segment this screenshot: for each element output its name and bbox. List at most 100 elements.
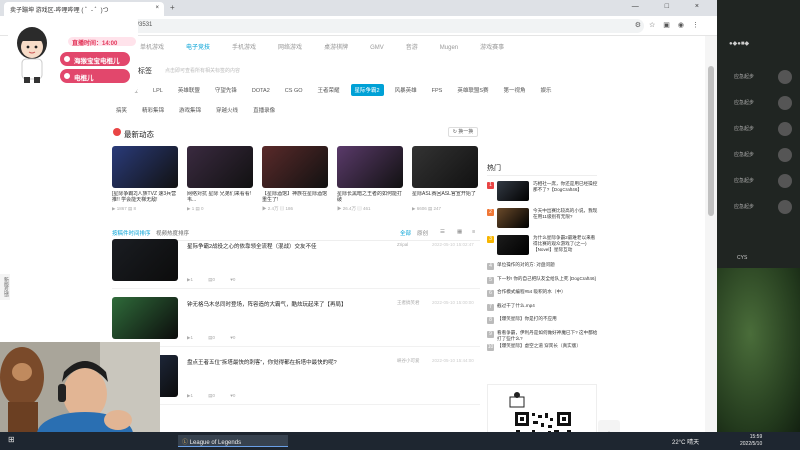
tab-close-icon[interactable]: × [155, 5, 159, 11]
feedback-tab[interactable]: 新版反馈 [0, 274, 10, 300]
address-bar[interactable]: bilibili.com/v/game/esports/#/3531 [54, 19, 644, 33]
new-tab-button[interactable]: + [170, 3, 175, 12]
tag-item[interactable]: DOTA2 [248, 86, 274, 96]
tag-item[interactable]: LPL [149, 86, 167, 96]
toolbar-icons[interactable]: ⚙☆▣◉⋮ [635, 21, 707, 29]
page-scrollbar[interactable] [705, 36, 717, 432]
video-card-title[interactable]: 星际长黑暗之王者的如何能打破 [337, 191, 403, 203]
category-3[interactable]: 网络游戏 [278, 42, 302, 51]
category-7[interactable]: Mugen [440, 45, 458, 51]
hot-item-title[interactable]: 合作模式编程#54 吸积的水（中） [497, 289, 601, 295]
video-card[interactable]: [星际争霸2]人族TVZ 速3兵营推!! 学会能天梯无敌! ▶ 1867 ▤ 8 [112, 146, 178, 212]
tab-by-heat[interactable]: 视频热度排序 [156, 229, 189, 237]
filter-original[interactable]: 原创 [417, 229, 428, 237]
hot-thumbnail[interactable] [497, 181, 529, 201]
weather[interactable]: 22°C 晴天 [672, 437, 699, 446]
grid-view-icon[interactable]: ☰ [440, 229, 445, 235]
side-panel-icons: ●◆●■◆ [729, 41, 750, 47]
video-list-item[interactable]: 钟无格乌木总同时登场，阵容造的大霸气，酷炫玩起来了【再局】 王者搞笑君 2022-0… [112, 297, 480, 347]
side-panel-row[interactable]: 应急起步 [730, 148, 792, 162]
category-0[interactable]: 单机游戏 [140, 42, 164, 51]
side-panel-row[interactable]: 应急起步 [730, 96, 792, 110]
tag-item[interactable]: 王者荣耀 [314, 84, 344, 96]
filter-all[interactable]: 全部 [400, 229, 411, 237]
hot-item-title[interactable]: 单位操作的对的方: 对盘问题 [497, 262, 601, 268]
video-uploader[interactable]: Zripal [397, 242, 408, 247]
tag-item[interactable]: 风暴英雄 [391, 84, 421, 96]
video-card-title[interactable]: 网络对抗 星际 兄弟们来看看! 韦... [187, 191, 253, 203]
tag-item[interactable]: 直播录像 [249, 104, 279, 116]
video-thumbnail[interactable] [112, 297, 178, 339]
more-view-icon[interactable]: ≡ [472, 229, 475, 235]
tag-item[interactable]: 守望先锋 [211, 84, 241, 96]
back-to-top-button[interactable]: ︿ [598, 420, 620, 432]
hot-item-title[interactable]: 巧相社一席，你还是用已经操控那不了?【DogCraft46】 [533, 181, 599, 193]
category-1[interactable]: 电子竞技 [186, 42, 210, 51]
video-thumbnail[interactable] [262, 146, 328, 188]
tag-item[interactable]: FPS [428, 86, 447, 96]
video-card[interactable]: 网络对抗 星际 兄弟们来看看! 韦... ▶ 1 ▤ 0 [187, 146, 253, 212]
hot-rank: 6 [487, 290, 494, 297]
video-list-item[interactable]: 星际争霸2战役之心的依靠领全流程（混战）交友不佳 Zripal 2022-05-10… [112, 239, 480, 289]
tag-item[interactable]: 穿越火线 [212, 104, 242, 116]
category-6[interactable]: 音游 [406, 42, 418, 51]
video-list-item[interactable]: 盘点王者五位“拆塔最快的刺客”，你觉得都在拆塔中最快的呢? 峡谷小可爱 2022-0… [112, 355, 480, 405]
video-date: 2022-05-10 15:44:00 [432, 358, 474, 363]
window-controls[interactable]: — □ × [632, 3, 711, 10]
category-4[interactable]: 桌游棋牌 [324, 42, 348, 51]
tag-item[interactable]: 英雄联盟 [174, 84, 204, 96]
tag-item[interactable]: 娱乐 [537, 84, 556, 96]
tag-item[interactable]: 游戏集锦 [175, 104, 205, 116]
video-thumbnail[interactable] [112, 146, 178, 188]
hot-item-title[interactable]: 下一秒! 你的自己把队友全给队上死 [DogCraft46] [497, 276, 601, 282]
hot-item-title[interactable]: 今天中出赛比较高的小说，我现在用11级别有无限? [533, 208, 599, 220]
tag-item[interactable]: CS GO [281, 86, 307, 96]
side-panel-row[interactable]: 应急起步 [730, 200, 792, 214]
hot-thumbnail[interactable] [497, 235, 529, 255]
video-card-title[interactable]: 【星际酒馆】神族在星际酒馆重生了! [262, 191, 328, 203]
tag-item[interactable]: 星际争霸2 [350, 84, 384, 96]
tag-item[interactable]: 英雄联盟S赛 [453, 84, 492, 96]
video-uploader[interactable]: 峡谷小可爱 [397, 358, 420, 364]
hot-thumbnail[interactable] [497, 208, 529, 228]
list-view-icon[interactable]: ▦ [457, 229, 462, 235]
hot-item-title[interactable]: 【爆笑星际】你是打的不应用 [497, 316, 601, 322]
pill-dot-icon [62, 54, 72, 64]
hot-item-title[interactable]: 看看争霸，伊利丹是如何做好神魔已下? 这中都给打了些什么? [497, 330, 601, 342]
hot-item-title[interactable]: 为什么星际争霸2最难老以来看得比赛的观众游戏了(之一)【Novel】星际互动 [533, 235, 599, 253]
comment-count: ▤ 8 [127, 206, 136, 211]
video-title[interactable]: 盘点王者五位“拆塔最快的刺客”，你觉得都在拆塔中最快的呢? [187, 358, 337, 366]
browser-tab[interactable]: 卖子蹦坤 游戏区-哔哩哔哩 ( ゜- ゜)つ × [4, 2, 164, 16]
side-panel-avatar [778, 122, 792, 136]
video-card[interactable]: 星际ASL赛回ASL官宣开始了 ▶ 6606 ▤ 247 [412, 146, 478, 212]
clock[interactable]: 15:59 2022/5/10 [740, 434, 762, 448]
video-thumbnail[interactable] [187, 146, 253, 188]
video-card-meta: ▶ 1867 ▤ 8 [112, 206, 178, 212]
tag-item[interactable]: 第一视角 [499, 84, 529, 96]
category-2[interactable]: 手机游戏 [232, 42, 256, 51]
tag-item[interactable]: 搞笑 [112, 104, 131, 116]
video-card-title[interactable]: [星际争霸2]人族TVZ 速3兵营推!! 学会能天梯无敌! [112, 191, 178, 203]
taskbar-app-lol[interactable]: Ⓛ League of Legends [178, 435, 288, 447]
side-panel-row[interactable]: 应急起步 [730, 174, 792, 188]
scrollbar-thumb[interactable] [708, 66, 714, 216]
video-thumbnail[interactable] [112, 239, 178, 281]
video-title[interactable]: 星际争霸2战役之心的依靠领全流程（混战）交友不佳 [187, 242, 317, 250]
video-uploader[interactable]: 王者搞笑君 [397, 300, 420, 306]
video-title[interactable]: 钟无格乌木总同时登场，阵容造的大霸气，酷炫玩起来了【再局】 [187, 300, 347, 308]
category-5[interactable]: GMV [370, 45, 384, 51]
refresh-button[interactable]: ↻ 换一换 [448, 127, 478, 137]
hot-item-title[interactable]: 截过干了什么.mp4 [497, 303, 601, 309]
video-card-title[interactable]: 星际ASL赛回ASL官宣开始了 [412, 191, 478, 203]
tag-item[interactable]: 精彩集锦 [138, 104, 168, 116]
side-panel-row[interactable]: 应急起步 [730, 122, 792, 136]
category-8[interactable]: 游戏赛事 [480, 42, 504, 51]
hot-item-title[interactable]: 【爆笑星际】虚空之道 穿宾长（真实版） [497, 343, 601, 349]
video-card[interactable]: 【星际酒馆】神族在星际酒馆重生了! ▶ 2.4万 ▤ 186 [262, 146, 328, 212]
video-thumbnail[interactable] [337, 146, 403, 188]
tab-by-time[interactable]: 按稿件时间排序 [112, 229, 151, 237]
side-panel-row[interactable]: 应急起步 [730, 70, 792, 84]
start-icon[interactable]: ⊞ [8, 435, 15, 444]
video-thumbnail[interactable] [412, 146, 478, 188]
video-card[interactable]: 星际长黑暗之王者的如何能打破 ▶ 26.4万 ▤ 461 [337, 146, 403, 212]
